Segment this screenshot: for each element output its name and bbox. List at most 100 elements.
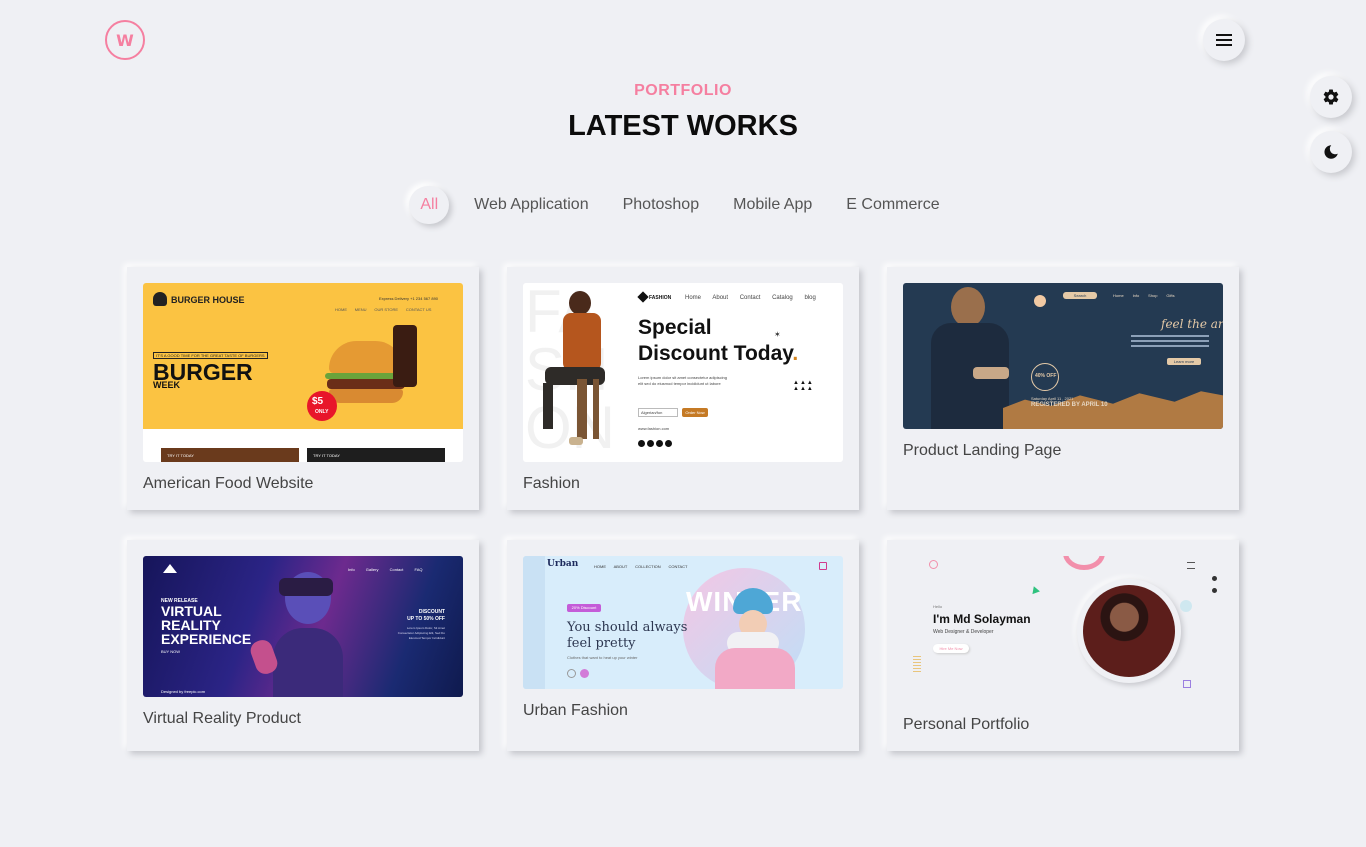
thumb-brand: Urban bbox=[547, 559, 579, 569]
theme-dot-icon bbox=[1212, 588, 1217, 593]
thumb-tile-label: TRY IT TODAY bbox=[167, 453, 194, 458]
thumb-credit: Designed by freepic.com bbox=[161, 689, 206, 694]
thumb-nav-item: MENU bbox=[354, 307, 367, 312]
portfolio-card-american-food[interactable]: BURGER HOUSE Express Delivery +1 234 567… bbox=[127, 267, 479, 510]
discount-badge: 40% OFF bbox=[1031, 363, 1059, 391]
thumb-tile-label: TRY IT TODAY bbox=[313, 453, 340, 458]
thumb-nav-item: HOME bbox=[594, 564, 606, 569]
thumb-body: Lorem ipsum dolor sit amet consectetur a… bbox=[638, 375, 727, 386]
filter-mobile-app[interactable]: Mobile App bbox=[716, 186, 829, 224]
thumb-discount-amount: UP TO 50% OFF bbox=[407, 616, 445, 622]
triangle-icons: ▲▲▲ ▲▲▲ bbox=[793, 380, 814, 392]
pink-arc bbox=[1063, 556, 1105, 570]
teal-bubble bbox=[1180, 600, 1192, 612]
portfolio-card-product-landing[interactable]: Search Home Info Shop Gifts feel the art… bbox=[887, 267, 1239, 510]
paper-texture bbox=[1003, 391, 1223, 429]
logo-dot-icon bbox=[929, 560, 938, 569]
sparkle-icon: ✶ bbox=[774, 330, 781, 339]
thumb-nav-item: Contact bbox=[389, 567, 404, 572]
thumb-body-lines bbox=[1131, 335, 1209, 347]
thumb-button: Order Now bbox=[682, 408, 708, 417]
thumb-nav-item: CONTACT US bbox=[405, 307, 432, 312]
thumb-headline: VIRTUAL REALITY EXPERIENCE bbox=[161, 604, 251, 646]
purple-square-icon bbox=[1183, 680, 1191, 688]
dot-grid-pattern bbox=[913, 656, 921, 672]
fashion-logo-icon bbox=[637, 291, 649, 303]
thumb-nav-item: Gallery bbox=[365, 567, 379, 572]
thumb-button: Hire Me Now bbox=[933, 644, 969, 653]
thumb-headline-2: feel pretty bbox=[567, 636, 636, 651]
thumb-price: $5 bbox=[312, 396, 324, 407]
thumb-nav-item: HOME bbox=[335, 307, 347, 312]
price-badge: $5 ONLY bbox=[307, 391, 337, 421]
moon-icon bbox=[1324, 145, 1338, 159]
model-illustration bbox=[533, 289, 623, 455]
hamburger-icon bbox=[1216, 34, 1232, 46]
thumb-cta: Learn more bbox=[1167, 358, 1201, 365]
model-illustration bbox=[707, 586, 803, 689]
thumb-body: Clothes that want to heat up your winter bbox=[567, 655, 638, 660]
thumb-nav-item: Catalog bbox=[772, 295, 793, 301]
section-eyebrow: PORTFOLIO bbox=[634, 82, 732, 99]
portfolio-card-fashion[interactable]: FASHON FASHION Home About Contact Catalo… bbox=[507, 267, 859, 510]
thumb-buy: BUY NOW bbox=[161, 649, 181, 654]
card-title: American Food Website bbox=[143, 475, 314, 492]
avatar bbox=[1077, 579, 1181, 683]
card-title: Personal Portfolio bbox=[903, 716, 1030, 733]
project-thumbnail: Info Gallery Contact FAQ NEW RELEASE VIR… bbox=[143, 556, 463, 697]
brand-badge-icon bbox=[1034, 295, 1046, 307]
thumb-deadline: REGISTERED BY APRIL 10 bbox=[1031, 402, 1108, 408]
thumb-name: I'm Md Solayman bbox=[933, 612, 1031, 626]
filter-web-application[interactable]: Web Application bbox=[457, 186, 605, 224]
thumb-badge: 40% OFF bbox=[1035, 373, 1057, 379]
project-thumbnail: Search Home Info Shop Gifts feel the art… bbox=[903, 283, 1223, 429]
filter-e-commerce[interactable]: E Commerce bbox=[829, 186, 956, 224]
thumb-discount: DISCOUNT bbox=[418, 609, 445, 615]
thumb-nav: Info Gallery Contact FAQ bbox=[348, 567, 423, 572]
thumb-discount-body: Lorem Ipsum Dolor, Sit Amet Consectetur … bbox=[397, 626, 445, 640]
green-triangle-icon bbox=[1030, 584, 1040, 595]
thumb-select: Algerian/fon bbox=[638, 408, 678, 417]
thumb-sub: WEEK bbox=[153, 380, 180, 390]
logo[interactable]: W bbox=[105, 20, 145, 60]
portfolio-card-urban-fashion[interactable]: Urban HOME ABOUT COLLECTION CONTACT WINT… bbox=[507, 540, 859, 751]
card-title: Product Landing Page bbox=[903, 442, 1062, 459]
thumb-nav-item: CONTACT bbox=[668, 564, 688, 569]
thumb-nav-item: blog bbox=[804, 295, 816, 301]
thumb-nav-item: Home bbox=[685, 295, 702, 301]
thumb-headline-line: REALITY bbox=[161, 617, 221, 633]
thumb-nav-item: OUR STORE bbox=[374, 307, 399, 312]
dot-icon bbox=[580, 669, 589, 678]
social-icons bbox=[427, 689, 445, 697]
menu-icon bbox=[1187, 562, 1195, 569]
thumb-nav: HOME ABOUT COLLECTION CONTACT bbox=[594, 564, 688, 569]
thumb-url: www.fashion.com bbox=[638, 426, 670, 431]
filter-photoshop[interactable]: Photoshop bbox=[606, 186, 717, 224]
card-title: Urban Fashion bbox=[523, 702, 628, 719]
thumb-brand: BURGER HOUSE bbox=[171, 295, 245, 305]
burger-logo-icon bbox=[153, 292, 167, 306]
social-icons bbox=[638, 434, 672, 452]
thumb-nav-item: Shop bbox=[1148, 293, 1158, 298]
menu-button[interactable] bbox=[1203, 19, 1245, 61]
thumb-role: Web Designer & Developer bbox=[933, 629, 994, 635]
thumb-nav-item: FAQ bbox=[414, 567, 423, 572]
vr-person-illustration bbox=[247, 558, 353, 697]
portfolio-card-personal-portfolio[interactable]: Hello I'm Md Solayman Web Designer & Dev… bbox=[887, 540, 1239, 751]
thumb-nav: Home Info Shop Gifts bbox=[1113, 293, 1175, 298]
settings-dot-icon bbox=[1212, 576, 1217, 581]
filter-tabs: All Web Application Photoshop Mobile App… bbox=[0, 186, 1366, 224]
thumb-search-button: Search bbox=[1063, 292, 1097, 299]
thumb-tagline: IT'S A GOOD TIME FOR THE GREAT TASTE OF … bbox=[153, 352, 268, 359]
thumb-nav-item: Info bbox=[1132, 293, 1140, 298]
filter-all[interactable]: All bbox=[409, 186, 450, 224]
thumb-headline-line: VIRTUAL bbox=[161, 603, 222, 619]
thumb-nav-item: About bbox=[712, 295, 729, 301]
thumb-headline-2: Discount Today. bbox=[638, 342, 799, 365]
project-thumbnail: FASHON FASHION Home About Contact Catalo… bbox=[523, 283, 843, 462]
portfolio-card-virtual-reality[interactable]: Info Gallery Contact FAQ NEW RELEASE VIR… bbox=[127, 540, 479, 751]
thumb-date: Saturday April 11 , 2021 bbox=[1031, 396, 1074, 401]
thumb-price-note: ONLY bbox=[315, 409, 329, 415]
thumb-hello: Hello bbox=[933, 604, 943, 609]
card-title: Virtual Reality Product bbox=[143, 710, 301, 727]
